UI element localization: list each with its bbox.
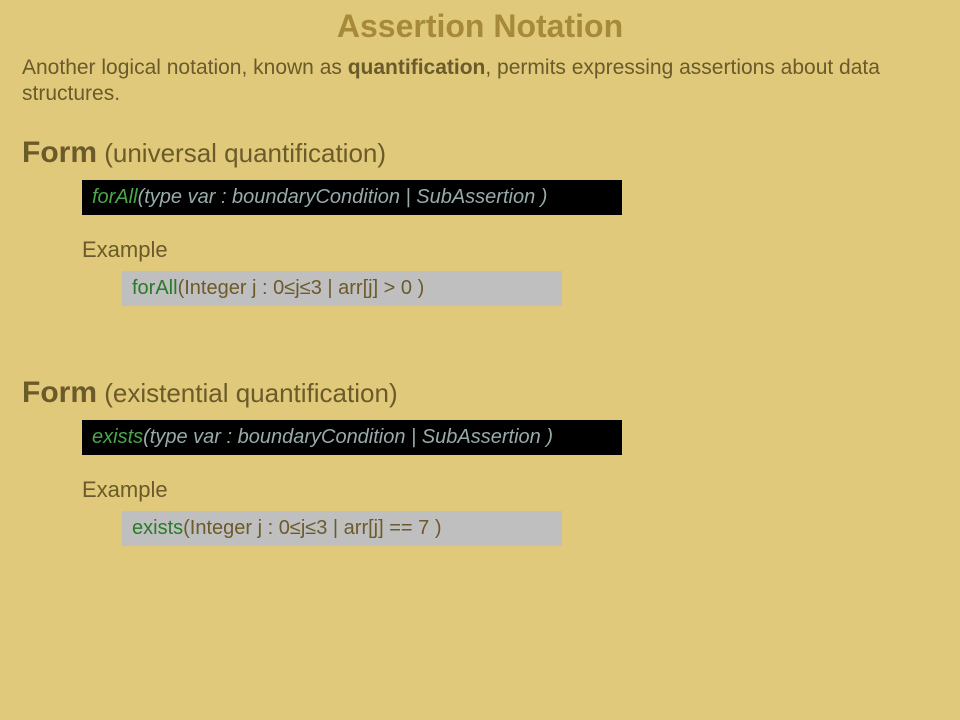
example-rest-universal: (Integer j : 0≤j≤3 | arr[j] > 0 ) bbox=[178, 277, 425, 299]
form-word-ex: Form bbox=[22, 376, 97, 409]
intro-paragraph: Another logical notation, known as quant… bbox=[22, 55, 938, 108]
intro-bold: quantification bbox=[348, 56, 486, 79]
syntax-box-universal: forAll(type var : boundaryCondition | Su… bbox=[82, 180, 622, 215]
form-paren: (universal quantification) bbox=[97, 138, 386, 168]
syntax-rest-universal: (type var : boundaryCondition | SubAsser… bbox=[138, 186, 548, 208]
form-heading-universal: Form (universal quantification) bbox=[22, 136, 938, 170]
slide: Assertion Notation Another logical notat… bbox=[0, 0, 960, 546]
intro-pre: Another logical notation, known as bbox=[22, 56, 348, 79]
example-label-existential: Example bbox=[82, 477, 938, 503]
example-box-existential: exists(Integer j : 0≤j≤3 | arr[j] == 7 ) bbox=[122, 511, 562, 546]
page-title: Assertion Notation bbox=[22, 8, 938, 45]
section-universal: Form (universal quantification) forAll(t… bbox=[22, 136, 938, 306]
syntax-box-existential: exists(type var : boundaryCondition | Su… bbox=[82, 420, 622, 455]
keyword-forall: forAll bbox=[92, 186, 138, 208]
section-existential: Form (existential quantification) exists… bbox=[22, 376, 938, 546]
example-rest-existential: (Integer j : 0≤j≤3 | arr[j] == 7 ) bbox=[183, 517, 441, 539]
example-label-universal: Example bbox=[82, 237, 938, 263]
keyword-exists: exists bbox=[92, 426, 143, 448]
form-heading-existential: Form (existential quantification) bbox=[22, 376, 938, 410]
form-word: Form bbox=[22, 136, 97, 169]
keyword-exists-ex: exists bbox=[132, 517, 183, 539]
example-box-universal: forAll(Integer j : 0≤j≤3 | arr[j] > 0 ) bbox=[122, 271, 562, 306]
keyword-forall-ex: forAll bbox=[132, 277, 178, 299]
syntax-rest-existential: (type var : boundaryCondition | SubAsser… bbox=[143, 426, 553, 448]
form-paren-ex: (existential quantification) bbox=[97, 378, 398, 408]
